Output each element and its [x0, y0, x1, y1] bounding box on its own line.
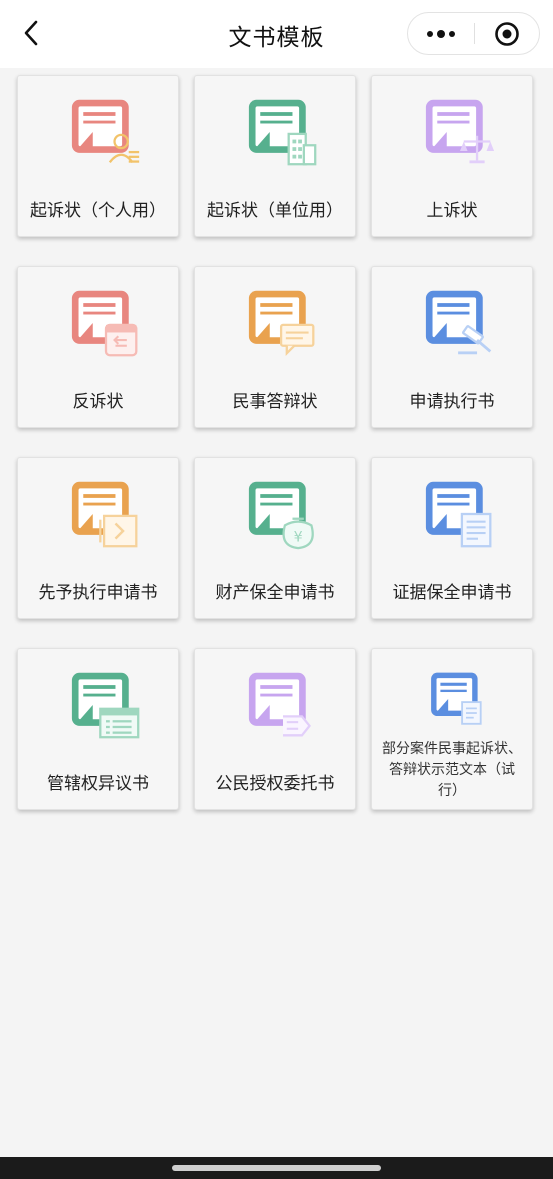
- power-of-attorney-icon: [245, 669, 321, 741]
- advance-execution-icon: [68, 478, 144, 550]
- evidence-preservation-icon: [422, 478, 498, 550]
- target-circle-icon: [495, 21, 519, 46]
- template-card-complaint-company[interactable]: 起诉状（单位用）: [194, 75, 356, 237]
- template-label: 财产保全申请书: [215, 583, 335, 603]
- template-label: 先予执行申请书: [38, 583, 158, 603]
- mini-program-capsule: [407, 12, 540, 55]
- more-dots-icon: [427, 29, 455, 38]
- more-button[interactable]: [408, 13, 474, 54]
- home-indicator-bar: [0, 1157, 553, 1179]
- jurisdiction-objection-icon: [68, 669, 144, 741]
- home-indicator[interactable]: [172, 1165, 381, 1171]
- template-card-counterclaim[interactable]: 反诉状: [17, 266, 179, 428]
- property-preservation-icon: ¥: [245, 478, 321, 550]
- top-nav-bar: 文书模板: [0, 0, 553, 68]
- complaint-individual-icon: [68, 96, 144, 168]
- template-card-civil-defense[interactable]: 民事答辩状: [194, 266, 356, 428]
- template-label: 上诉状: [426, 201, 478, 221]
- template-card-property-preservation[interactable]: ¥ 财产保全申请书: [194, 457, 356, 619]
- defense-chat-icon: [245, 287, 321, 359]
- template-card-evidence-preservation[interactable]: 证据保全申请书: [371, 457, 533, 619]
- template-card-advance-execution[interactable]: 先予执行申请书: [17, 457, 179, 619]
- template-card-jurisdiction-objection[interactable]: 管辖权异议书: [17, 648, 179, 810]
- template-label: 申请执行书: [409, 392, 495, 412]
- template-label: 公民授权委托书: [215, 774, 335, 794]
- template-label: 反诉状: [72, 392, 124, 412]
- template-label: 起诉状（单位用）: [207, 201, 343, 221]
- template-label: 起诉状（个人用）: [30, 201, 166, 221]
- close-mini-program-button[interactable]: [475, 13, 539, 54]
- template-card-appeal[interactable]: 上诉状: [371, 75, 533, 237]
- template-card-model-text[interactable]: 部分案件民事起诉状、答辩状示范文本（试行）: [371, 648, 533, 810]
- svg-text:¥: ¥: [294, 529, 303, 545]
- model-text-icon: [428, 669, 490, 729]
- template-grid: 起诉状（个人用） 起诉状（单位用） 上诉状 反诉状 民事答辩状 申请执行书 先予…: [17, 75, 533, 810]
- appeal-scale-icon: [422, 96, 498, 168]
- template-card-complaint-individual[interactable]: 起诉状（个人用）: [17, 75, 179, 237]
- template-card-power-of-attorney[interactable]: 公民授权委托书: [194, 648, 356, 810]
- template-label: 证据保全申请书: [392, 583, 512, 603]
- template-label: 管辖权异议书: [47, 774, 149, 794]
- template-label: 民事答辩状: [232, 392, 318, 412]
- execution-gavel-icon: [422, 287, 498, 359]
- counterclaim-calendar-icon: [68, 287, 144, 359]
- template-label: 部分案件民事起诉状、答辩状示范文本（试行）: [382, 741, 522, 799]
- complaint-company-icon: [245, 96, 321, 168]
- template-card-execution-application[interactable]: 申请执行书: [371, 266, 533, 428]
